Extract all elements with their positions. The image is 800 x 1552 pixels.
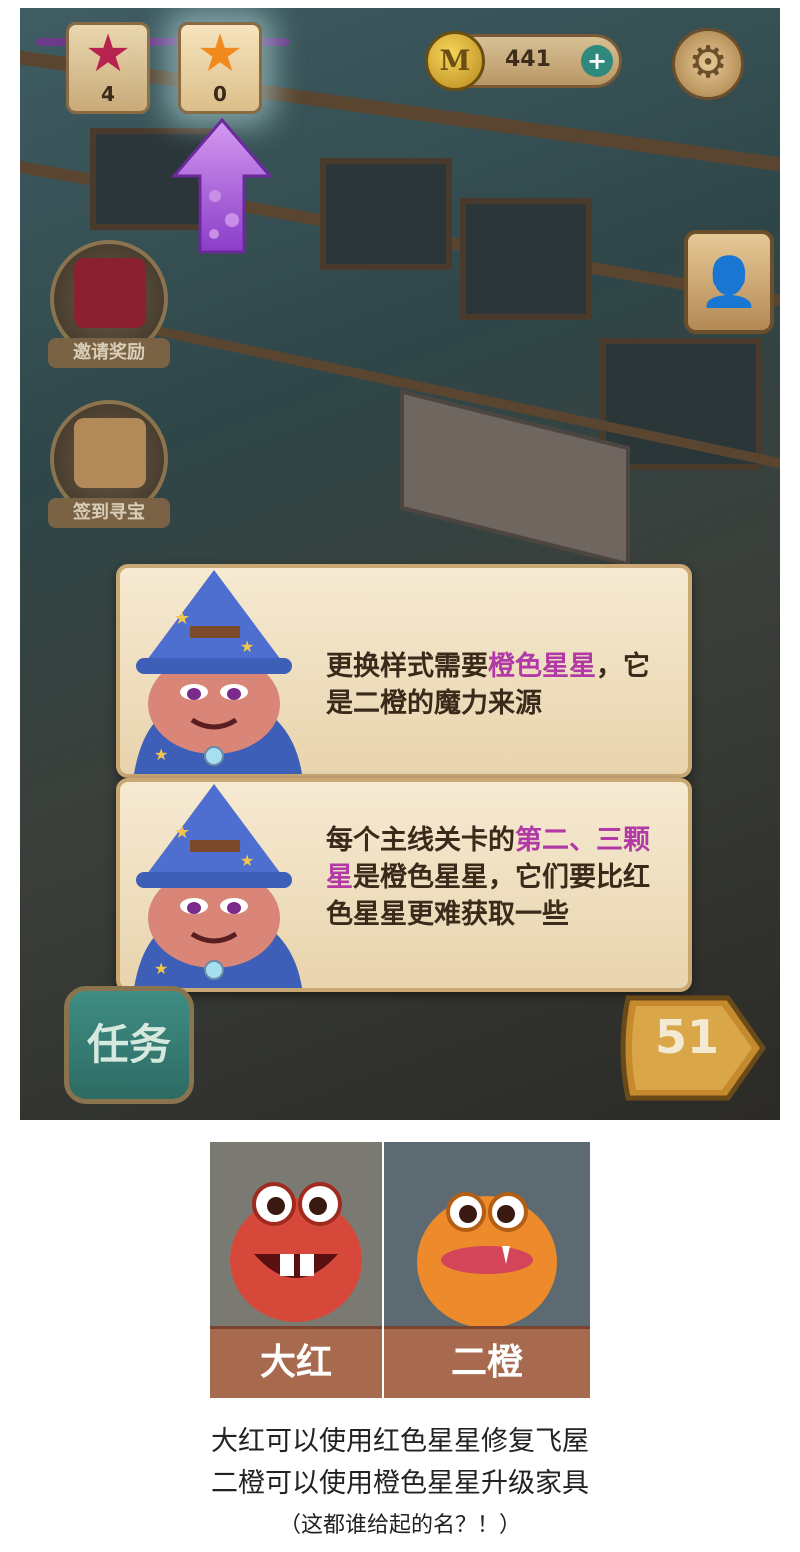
caption-line-1: 大红可以使用红色星星修复飞屋 — [211, 1426, 589, 1457]
tutorial-dialog-1: ★ ★ ★ 更换样式需要橙色星星，它是二橙的魔力来源 — [116, 564, 692, 778]
character-name-orange: 二橙 — [384, 1326, 590, 1398]
svg-text:★: ★ — [154, 959, 168, 978]
dialog-2-text: 每个主线关卡的第二、三颗星是橙色星星，它们要比红色星星更难获取一些 — [326, 822, 668, 933]
up-arrow-icon — [170, 117, 274, 254]
invite-reward-label: 邀请奖励 — [48, 338, 170, 368]
gold-coin-icon: M — [425, 31, 485, 91]
tutorial-dialog-2: ★ ★ ★ 每个主线关卡的第二、三颗星是橙色星星，它们要比红色星星更难获取一些 — [116, 778, 692, 992]
checkin-treasure-label: 签到寻宝 — [48, 498, 170, 528]
orange-star-count: 0 — [213, 82, 227, 106]
window — [320, 158, 452, 270]
gear-icon[interactable]: ⚙ — [672, 28, 744, 100]
plus-icon[interactable]: + — [581, 45, 613, 77]
dialog-1-text-before: 更换样式需要 — [326, 651, 488, 682]
window — [460, 198, 592, 320]
character-card-red: 大红 — [210, 1142, 382, 1398]
caption-line-2: 二橙可以使用橙色星星升级家具 — [211, 1468, 589, 1499]
coin-counter: M 441 + — [425, 31, 622, 91]
game-screenshot: ★ 4 ★ 0 M 441 + ⚙ 👤 邀请奖励 签到寻宝 ★ ★ ★ 更换样式… — [20, 8, 780, 1120]
svg-text:★: ★ — [154, 745, 168, 764]
checkin-treasure-button[interactable]: 签到寻宝 — [48, 400, 170, 528]
wizard-monster-icon: ★ ★ ★ — [134, 784, 302, 988]
orange-star-icon: ★ — [196, 24, 244, 84]
svg-text:★: ★ — [240, 637, 254, 656]
dialog-1-text: 更换样式需要橙色星星，它是二橙的魔力来源 — [326, 648, 668, 722]
invite-reward-button[interactable]: 邀请奖励 — [48, 240, 170, 368]
brick-chimney — [400, 389, 630, 567]
task-button[interactable]: 任务 — [64, 986, 194, 1104]
orange-monster-icon — [384, 1142, 590, 1342]
caption-line-3: （这都谁给起的名？！） — [278, 1513, 521, 1538]
gift-monster-icon — [74, 258, 146, 328]
dialog-2-text-before: 每个主线关卡的 — [326, 825, 515, 856]
svg-text:★: ★ — [174, 822, 190, 843]
dialog-2-text-after: 是橙色星星，它们要比红色星星更难获取一些 — [326, 862, 650, 930]
svg-text:★: ★ — [174, 608, 190, 629]
coin-value: 441 — [505, 47, 551, 72]
level-button[interactable]: 51 — [618, 988, 768, 1108]
orange-star-counter[interactable]: ★ 0 — [178, 22, 262, 114]
character-card-orange: 二橙 — [384, 1142, 590, 1398]
character-name-red: 大红 — [210, 1326, 382, 1398]
contact-book-icon[interactable]: 👤 — [684, 230, 774, 334]
red-monster-icon — [210, 1142, 382, 1342]
red-star-count: 4 — [101, 82, 115, 106]
dialog-1-highlight: 橙色星星 — [488, 651, 596, 682]
red-star-icon: ★ — [84, 24, 132, 84]
level-number: 51 — [654, 1010, 719, 1064]
red-star-counter[interactable]: ★ 4 — [66, 22, 150, 114]
wizard-monster-icon: ★ ★ ★ — [134, 570, 302, 774]
treasure-chest-icon — [74, 418, 146, 488]
svg-text:★: ★ — [240, 851, 254, 870]
